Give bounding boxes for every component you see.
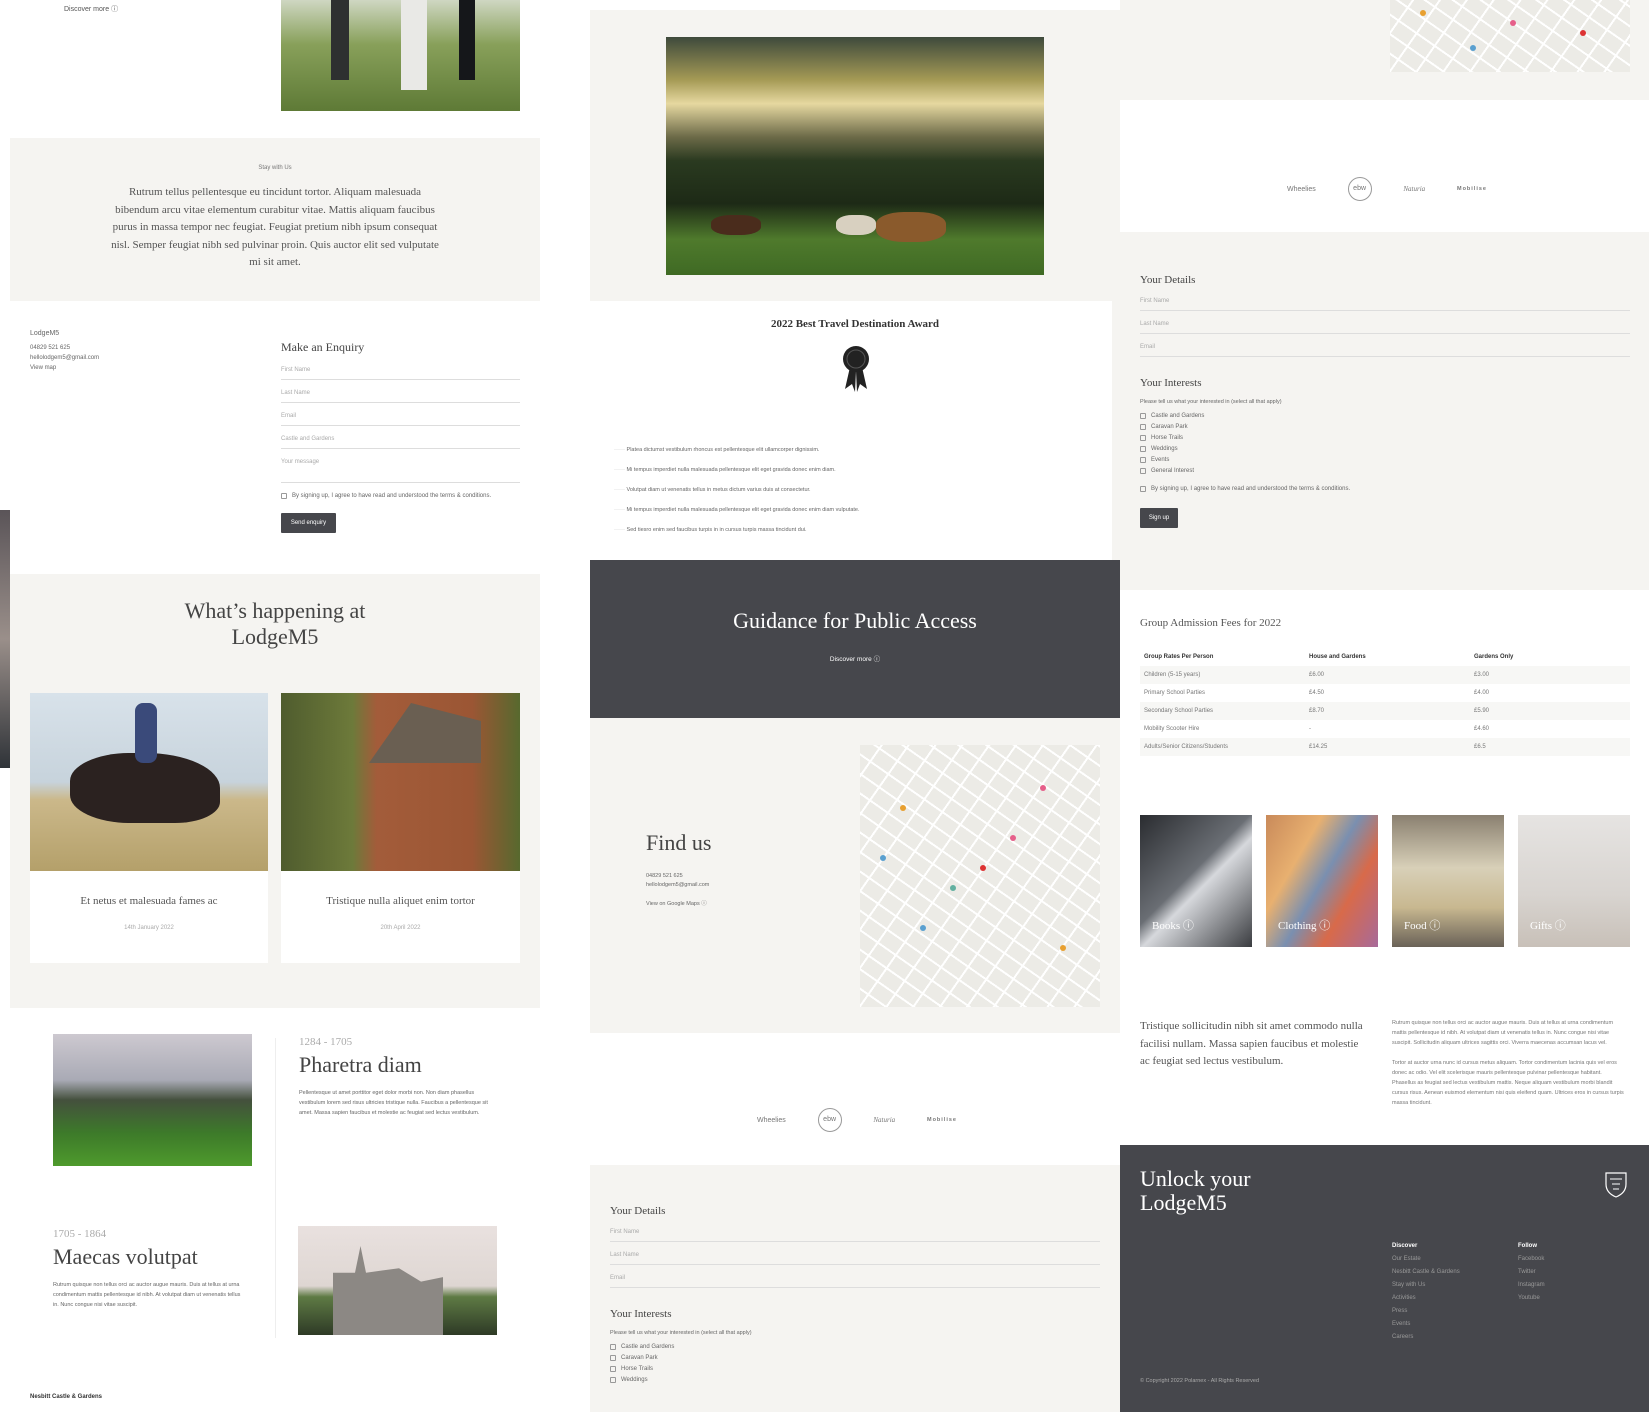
interest-checkbox[interactable]: Castle and Gardens [610,1344,1100,1350]
email-input[interactable]: Email [610,1275,1100,1288]
table-row: Primary School Parties £4.50 £4.00 [1144,690,1490,696]
arrow-circle-icon: ⓘ [111,6,119,13]
enquiry-form: Make an Enquiry First Name Last Name Ema… [281,340,520,533]
terms-checkbox[interactable]: By signing up, I agree to have read and … [281,493,520,499]
interest-checkbox[interactable]: Weddings [1140,446,1630,452]
footer-follow: Follow Facebook Twitter Instagram Youtub… [1518,1243,1545,1305]
event-card[interactable]: Et netus et malesuada fames ac 14th Janu… [30,693,268,963]
partner-logos: Wheelies ebw Naturia Mobilise [757,1108,957,1132]
interest-checkbox[interactable]: Castle and Gardens [1140,413,1630,419]
email-input[interactable]: Email [281,413,520,426]
fees-table: Group Rates Per Person House and Gardens G… [1140,648,1630,756]
last-name-input[interactable]: Last Name [610,1252,1100,1265]
map[interactable] [1390,0,1630,72]
category-tile-clothing[interactable]: Clothing ⓘ [1266,815,1378,947]
discover-more-link[interactable]: Discover more ⓘ [64,4,118,14]
footer-discover: Discover Our Estate Nesbitt Castle & Gar… [1392,1243,1460,1344]
category-tile-books[interactable]: Books ⓘ [1140,815,1252,947]
stay-section: Stay with Us Rutrum tellus pellentesque … [10,138,540,301]
interest-checkbox[interactable]: Caravan Park [610,1355,1100,1361]
rider-photo [30,693,268,871]
guidance-section: Guidance for Public Access Discover more… [590,560,1120,718]
footer-link[interactable]: Press [1392,1305,1460,1318]
signup-section: Your Details First Name Last Name Email … [590,1165,1120,1412]
footer-link[interactable]: Activities [1392,1292,1460,1305]
footer-link[interactable]: Twitter [1518,1266,1545,1279]
footer-link[interactable]: Careers [1392,1331,1460,1344]
horses-landscape-photo [666,37,1044,275]
sign-up-button[interactable]: Sign up [1140,508,1178,528]
site-footer: Unlock your LodgeM5 Discover Our Estate … [1120,1145,1649,1412]
award-list: —— Platea dictumst vestibulum rhoncus es… [614,447,860,533]
discover-more-link[interactable]: Discover more ⓘ [590,653,1120,663]
first-name-input[interactable]: First Name [1140,298,1630,311]
table-row: Secondary School Parties £8.70 £5.90 [1140,702,1630,720]
footer-link[interactable]: Events [1392,1318,1460,1331]
partner-logos: Wheelies ebw Naturia Mobilise [1287,177,1487,201]
timeline-item: 1284 - 1705 Pharetra diam Pellentesque u… [299,1036,488,1116]
table-row: Adults/Senior Citizens/Students £14.25 £6.… [1140,738,1630,756]
category-tile-gifts[interactable]: Gifts ⓘ [1518,815,1630,947]
ruins-photo [53,1034,252,1166]
interest-checkbox[interactable]: Horse Trails [610,1366,1100,1372]
interest-checkbox[interactable]: General Interest [1140,468,1630,474]
cottage-photo [281,693,520,871]
category-tile-food[interactable]: Food ⓘ [1392,815,1504,947]
event-card[interactable]: Tristique nulla aliquet enim tortor 20th… [281,693,520,963]
find-us-section: Find us 04829 521 625 hellolodgem5@gmail.… [590,718,1120,1033]
terms-checkbox[interactable]: By signing up, I agree to have read and … [1140,486,1630,492]
contact-info: LodgeM5 04829 521 625 hellolodgem5@gmail.… [30,330,100,373]
map[interactable] [860,745,1100,1007]
happening-section: What’s happening at LodgeM5 Et netus et … [10,574,540,1008]
send-enquiry-button[interactable]: Send enquiry [281,513,336,533]
lodge-shield-logo [1605,1172,1627,1198]
landscape-section [590,10,1120,301]
footer-link[interactable]: Instagram [1518,1279,1545,1292]
interest-checkbox[interactable]: Horse Trails [1140,435,1630,441]
footer-link[interactable]: Our Estate [1392,1253,1460,1266]
table-row: Mobility Scooter Hire - £4.60 [1144,726,1490,732]
horse-photo [281,0,520,111]
castle-select[interactable]: Castle and Gardens [281,436,520,449]
last-name-input[interactable]: Last Name [281,390,520,403]
first-name-input[interactable]: First Name [281,367,520,380]
view-map-link[interactable]: View map [30,363,99,373]
email-input[interactable]: Email [1140,344,1630,357]
footer-link[interactable]: Youtube [1518,1292,1545,1305]
interest-checkbox[interactable]: Weddings [610,1377,1100,1383]
castle-photo [298,1226,497,1335]
google-maps-link[interactable]: View on Google Maps ⓘ [646,900,709,909]
timeline-item: 1705 - 1864 Maecas volutpat Rutrum quisq… [53,1228,241,1308]
interest-checkbox[interactable]: Caravan Park [1140,424,1630,430]
message-textarea[interactable]: Your message [281,459,520,483]
footer-link[interactable]: Facebook [1518,1253,1545,1266]
interest-checkbox[interactable]: Events [1140,457,1630,463]
footer-link[interactable]: Stay with Us [1392,1279,1460,1292]
last-name-input[interactable]: Last Name [1140,321,1630,334]
timeline-line [275,1038,276,1338]
table-row: Children (5-15 years) £6.00 £3.00 [1140,666,1630,684]
signup-section: Your Details First Name Last Name Email … [1120,232,1649,590]
first-name-input[interactable]: First Name [610,1229,1100,1242]
partial-image [0,510,10,768]
arrow-circle-icon: ⓘ [873,656,881,663]
award-ribbon-icon [843,346,869,392]
footer-link[interactable]: Nesbitt Castle & Gardens [1392,1266,1460,1279]
